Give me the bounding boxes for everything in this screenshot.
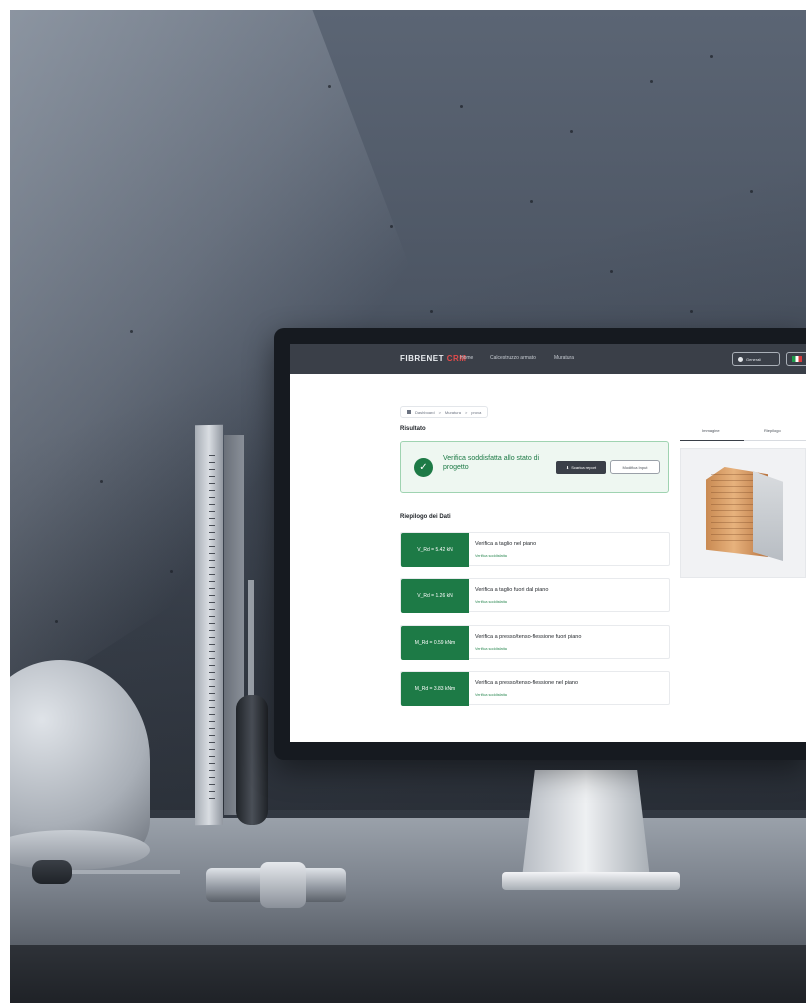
wall-preview-image <box>680 448 806 578</box>
user-menu-button[interactable]: Generali <box>732 352 780 366</box>
summary-row-status: Verifica soddisfatta <box>475 554 507 558</box>
summary-row-status: Verifica soddisfatta <box>475 647 507 651</box>
check-badge-icon: ✓ <box>414 458 433 477</box>
brand-logo[interactable]: FIBRENET CRM <box>400 354 466 363</box>
tab-riepilogo[interactable]: Riepilogo <box>764 428 781 433</box>
summary-row[interactable]: V_Rd = 1.26 kN Verifica a taglio fuori d… <box>400 578 670 613</box>
summary-badge: V_Rd = 5.42 kN <box>401 533 469 567</box>
download-report-button[interactable]: ⬇ Scarica report <box>556 461 606 474</box>
summary-row-status: Verifica soddisfatta <box>475 693 507 697</box>
summary-badge: M_Rd = 3.83 kNm <box>401 672 469 706</box>
home-icon <box>407 410 411 414</box>
user-icon <box>738 356 743 362</box>
italy-flag-icon <box>792 356 802 362</box>
edit-input-button[interactable]: Modifica Input <box>610 460 660 474</box>
screwdriver-small <box>32 860 72 884</box>
monitor-stand <box>522 770 650 878</box>
summary-row-title: Verifica a taglio nel piano <box>475 541 537 547</box>
nav-home[interactable]: Home <box>460 355 473 361</box>
monitor: FIBRENET CRM Home Calcestruzzo armato Mu… <box>274 328 806 760</box>
result-success-box: ✓ Verifica soddisfatta allo stato di pro… <box>400 441 669 493</box>
summary-row[interactable]: V_Rd = 5.42 kN Verifica a taglio nel pia… <box>400 532 670 567</box>
language-selector[interactable] <box>786 352 806 366</box>
summary-row[interactable]: M_Rd = 0.59 kNm Verifica a presso/tenso-… <box>400 625 670 660</box>
result-title: Risultato <box>400 426 426 432</box>
summary-badge: V_Rd = 1.26 kN <box>401 579 469 613</box>
breadcrumb: Dashboard > Muratura > prova <box>400 406 489 418</box>
summary-row[interactable]: M_Rd = 3.83 kNm Verifica a presso/tenso-… <box>400 671 670 706</box>
breadcrumb-current: prova <box>471 409 482 415</box>
summary-row-title: Verifica a taglio fuori dal piano <box>475 587 549 593</box>
summary-title: Riepilogo dei Dati <box>400 514 451 520</box>
ruler <box>195 424 223 826</box>
breadcrumb-dashboard[interactable]: Dashboard <box>415 410 435 415</box>
summary-row-title: Verifica a presso/tenso-flessione nel pi… <box>475 680 579 686</box>
summary-badge: M_Rd = 0.59 kNm <box>401 626 469 660</box>
nav-calcestruzzo[interactable]: Calcestruzzo armato <box>490 355 536 361</box>
summary-row-title: Verifica a presso/tenso-flessione fuori … <box>475 634 582 640</box>
screwdriver <box>236 695 268 825</box>
nav-muratura[interactable]: Muratura <box>554 355 574 361</box>
summary-row-status: Verifica soddisfatta <box>475 600 507 604</box>
download-icon: ⬇ <box>565 465 570 470</box>
app-screen: FIBRENET CRM Home Calcestruzzo armato Mu… <box>290 344 806 742</box>
result-message: Verifica soddisfatta allo stato di proge… <box>443 455 540 471</box>
top-nav: FIBRENET CRM Home Calcestruzzo armato Mu… <box>290 344 806 374</box>
tab-immagine[interactable]: Immagine <box>702 428 720 433</box>
breadcrumb-muratura[interactable]: Muratura <box>445 410 461 415</box>
